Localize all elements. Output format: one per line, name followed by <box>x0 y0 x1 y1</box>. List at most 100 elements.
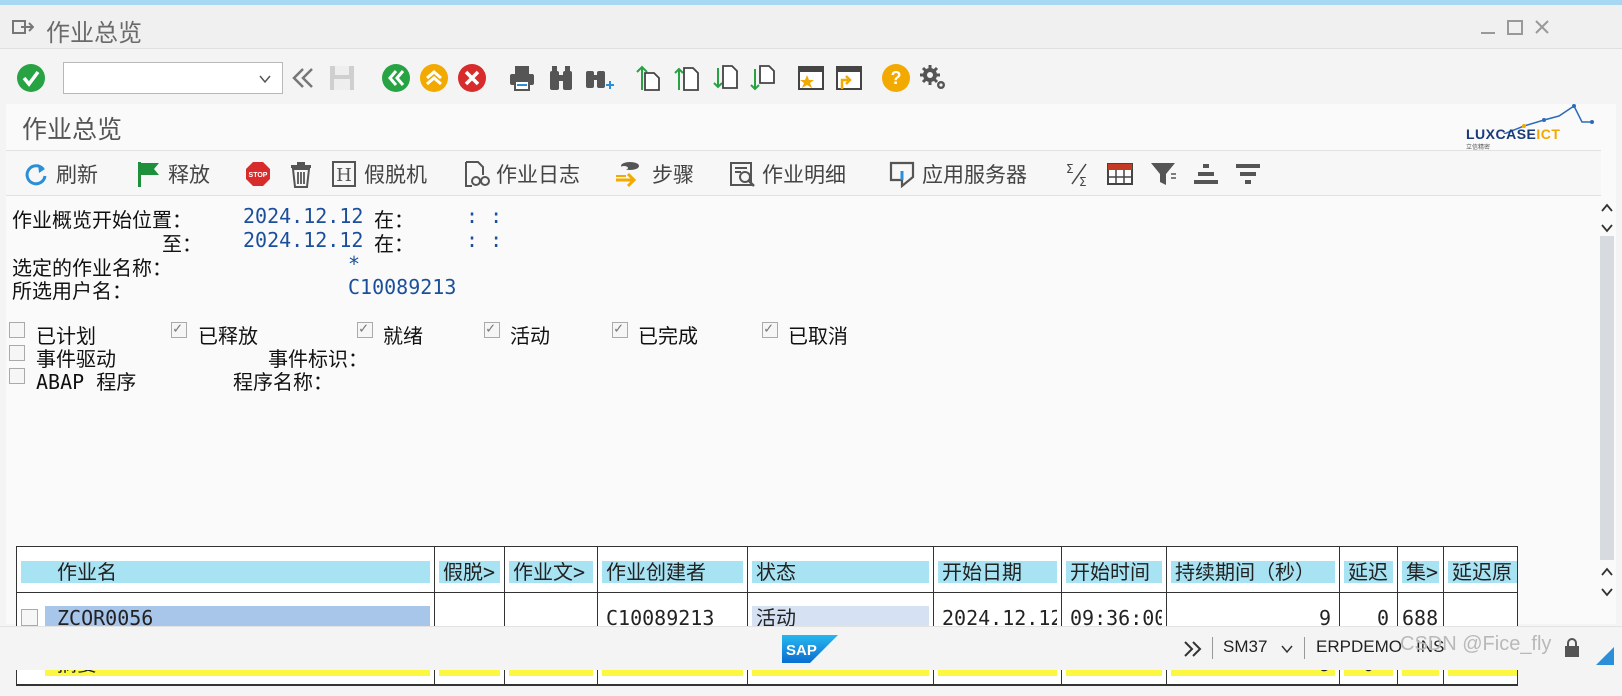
stop-sign-icon: STOP <box>246 162 270 186</box>
column-header[interactable]: 状态 <box>748 547 934 593</box>
active-checkbox[interactable] <box>484 319 500 338</box>
sort-icon <box>1194 164 1218 184</box>
scroll-down-icon[interactable] <box>1599 564 1615 583</box>
system-name: ERPDEMO <box>1316 637 1402 656</box>
sort-descending-button[interactable] <box>1234 157 1262 191</box>
filter-button[interactable] <box>1149 157 1177 191</box>
close-window-icon[interactable] <box>1532 17 1552 37</box>
print-icon[interactable] <box>506 62 538 94</box>
scroll-top-icon[interactable] <box>1599 200 1615 219</box>
maximize-icon[interactable] <box>1505 17 1525 37</box>
screen-area: 作业总览 LUXCASEICT 立信精密 刷新 释放 STOP H 假脱机 作业… <box>6 104 1616 686</box>
row-select-checkbox[interactable] <box>21 609 38 626</box>
event-driven-checkbox[interactable] <box>9 345 25 361</box>
column-header[interactable]: 开始日期 <box>934 547 1062 593</box>
column-header[interactable]: 集> <box>1398 547 1444 593</box>
cancelled-label: 已取消 <box>788 324 848 348</box>
expand-status-icon[interactable] <box>1182 639 1204 663</box>
column-header[interactable]: 假脱> <box>435 547 505 593</box>
sort-descending-icon <box>1236 164 1260 184</box>
column-header[interactable]: 延迟 <box>1340 547 1398 593</box>
selection-content: 作业概览开始位置： 2024.12.12 在： : : 至： 2024.12.1… <box>6 196 1596 686</box>
refresh-icon <box>25 164 47 186</box>
column-header[interactable]: 作业名 <box>17 547 435 593</box>
find-icon[interactable] <box>545 62 577 94</box>
first-page-icon[interactable] <box>631 62 663 94</box>
refresh-button[interactable]: 刷新 <box>22 157 98 191</box>
green-flag-icon <box>138 162 159 187</box>
refresh-label: 刷新 <box>56 163 98 187</box>
generate-shortcut-icon[interactable] <box>833 62 865 94</box>
scroll-bottom-icon[interactable] <box>1599 584 1615 603</box>
create-session-icon[interactable] <box>795 62 827 94</box>
settings-gear-icon[interactable] <box>918 62 950 94</box>
disconnect-button[interactable]: H 假脱机 <box>330 157 427 191</box>
column-header[interactable]: 开始时间 <box>1062 547 1167 593</box>
column-header[interactable]: 作业文> <box>505 547 598 593</box>
job-details-label: 作业明细 <box>762 163 846 187</box>
server-shield-icon <box>889 161 915 188</box>
svg-text:STOP: STOP <box>249 172 268 179</box>
finished-checkbox[interactable] <box>612 319 628 338</box>
lock-icon <box>1562 637 1582 663</box>
details-magnifier-icon <box>730 162 755 187</box>
find-next-icon[interactable] <box>583 62 615 94</box>
abap-program-checkbox[interactable] <box>9 368 25 384</box>
column-header[interactable]: 持续期间（秒） <box>1167 547 1340 593</box>
job-log-label: 作业日志 <box>496 163 580 187</box>
vertical-scroll-thumb[interactable] <box>1600 236 1614 560</box>
totals-button[interactable]: ΣΣ <box>1064 157 1092 191</box>
save-icon[interactable] <box>326 62 358 94</box>
stop-button[interactable]: STOP <box>244 157 272 191</box>
window-title: 作业总览 <box>46 19 142 47</box>
sum-subtotal-icon: ΣΣ <box>1066 162 1087 188</box>
logo-text: LUXCASEICT <box>1466 126 1561 142</box>
svg-text:Σ: Σ <box>1079 175 1087 188</box>
application-toolbar: 刷新 释放 STOP H 假脱机 作业日志 步骤 作业明细 应用服务器 Σ Σ <box>6 150 1601 196</box>
table-layout-icon <box>1107 163 1133 185</box>
filter-funnel-icon <box>1151 163 1176 185</box>
status-bar: SAP SM37 ERPDEMO INS CSDN @Fice_fly <box>0 626 1622 670</box>
app-server-label: 应用服务器 <box>922 163 1027 187</box>
back-icon[interactable] <box>380 62 412 94</box>
app-server-button[interactable]: 应用服务器 <box>888 157 1027 191</box>
sap-logo: SAP <box>782 635 838 663</box>
release-button[interactable]: 释放 <box>134 157 210 191</box>
column-header[interactable]: 作业创建者 <box>598 547 748 593</box>
column-header[interactable]: 延迟原 <box>1444 547 1517 593</box>
delete-button[interactable] <box>287 157 315 191</box>
svg-text:H: H <box>336 165 352 186</box>
abap-program-label: ABAP 程序 <box>36 370 137 394</box>
job-log-button[interactable]: 作业日志 <box>462 157 580 191</box>
released-checkbox[interactable] <box>171 319 187 338</box>
planned-checkbox[interactable] <box>9 322 25 338</box>
steps-arrow-icon <box>616 162 639 188</box>
active-label: 活动 <box>510 324 550 348</box>
next-page-icon[interactable] <box>709 62 741 94</box>
minimize-icon[interactable] <box>1478 17 1498 37</box>
svg-text:Σ: Σ <box>1066 162 1074 176</box>
chevron-down-icon[interactable] <box>1280 641 1294 660</box>
cancel-icon[interactable] <box>456 62 488 94</box>
svg-text:SAP: SAP <box>786 642 817 659</box>
program-name-label: 程序名称： <box>233 370 333 394</box>
window-menu-icon[interactable] <box>12 19 35 35</box>
enter-icon[interactable] <box>15 62 47 94</box>
cancelled-checkbox[interactable] <box>762 319 778 338</box>
screen-title: 作业总览 <box>22 115 123 144</box>
steps-button[interactable]: 步骤 <box>614 157 694 191</box>
collapse-toolbar-icon[interactable] <box>287 62 319 94</box>
vertical-scrollbar[interactable] <box>1596 196 1616 606</box>
transaction-code[interactable]: SM37 <box>1223 637 1267 657</box>
sort-button[interactable] <box>1192 157 1220 191</box>
layout-button[interactable] <box>1106 157 1134 191</box>
help-icon[interactable]: ? <box>880 62 912 94</box>
previous-page-icon[interactable] <box>670 62 702 94</box>
command-field[interactable] <box>63 62 283 94</box>
ready-checkbox[interactable] <box>357 319 373 338</box>
exit-icon[interactable] <box>418 62 450 94</box>
chevron-down-icon[interactable] <box>258 71 272 90</box>
resize-grip-icon[interactable] <box>1596 647 1614 669</box>
job-details-button[interactable]: 作业明细 <box>728 157 846 191</box>
last-page-icon[interactable] <box>746 62 778 94</box>
